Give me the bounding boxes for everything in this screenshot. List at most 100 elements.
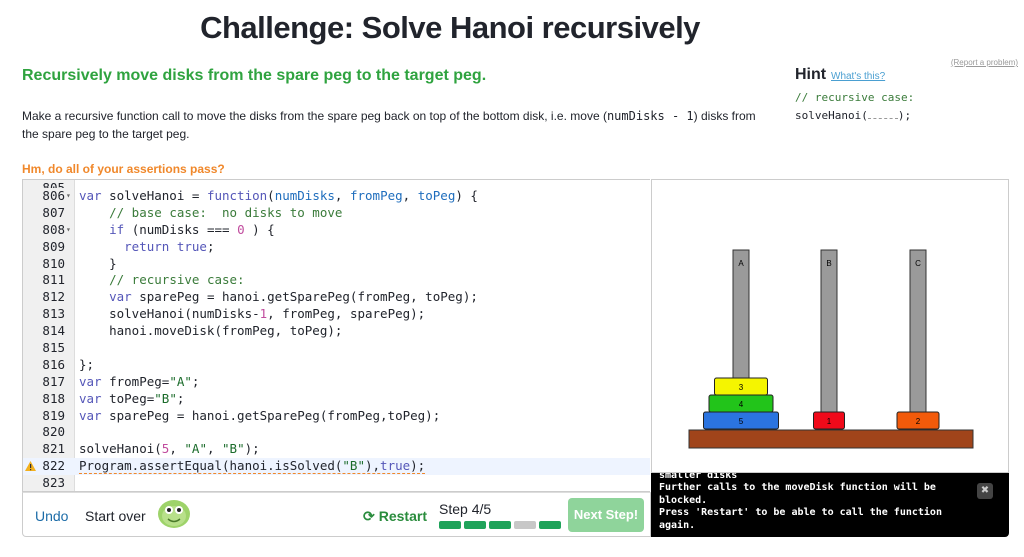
whats-this-link[interactable]: What's this? [831, 71, 885, 82]
code-line[interactable]: 816}; [23, 357, 650, 374]
peg-label: A [738, 259, 744, 268]
disk-label: 5 [739, 417, 744, 426]
avatar [158, 500, 190, 528]
restart-icon: ⟳ [363, 508, 375, 524]
code-line[interactable]: 818 var toPeg="B"; [23, 391, 650, 408]
code-editor[interactable]: 805 806 ▾ var solveHanoi = function(numDisk… [22, 179, 650, 492]
fold-icon[interactable]: ▾ [66, 188, 71, 205]
disk-label: 1 [827, 417, 832, 426]
close-icon[interactable]: ✖ [977, 483, 993, 499]
line-number: 820 [42, 424, 65, 440]
progress-segment [489, 521, 511, 529]
code-line[interactable]: 807 // base case: no disks to move [23, 205, 650, 222]
hint-blank [867, 109, 898, 119]
progress-segment [464, 521, 486, 529]
code-line[interactable]: 823 [23, 475, 650, 491]
code-lines[interactable]: 805 806 ▾ var solveHanoi = function(numDisk… [23, 180, 650, 491]
bottom-toolbar: Undo Start over ⟳ Restart Step 4/5 Next S… [22, 492, 651, 537]
hanoi-canvas: A B C 5 4 3 1 2 [651, 179, 1009, 473]
code-line[interactable]: 812 var sparePeg = hanoi.getSparePeg(fro… [23, 289, 650, 306]
instructions-code: numDisks - 1 [606, 109, 694, 123]
undo-button[interactable]: Undo [35, 508, 68, 524]
hint-call-post: ); [897, 109, 912, 122]
line-number: 817 [42, 373, 65, 389]
code-text[interactable]: hanoi.moveDisk(fromPeg, toPeg); [79, 323, 342, 340]
line-number: 816 [42, 356, 65, 372]
hint-code: // recursive case: solveHanoi(); [795, 89, 914, 125]
line-number: 823 [42, 475, 65, 491]
line-number: 815 [42, 340, 65, 356]
code-text[interactable]: var fromPeg="A"; [79, 374, 199, 391]
hanoi-drawing: A B C 5 4 3 1 2 [688, 249, 974, 449]
code-line[interactable]: 822 Program.assertEqual(hanoi.isSolved("B… [23, 458, 650, 476]
report-problem-link[interactable]: (Report a problem) [951, 58, 1018, 67]
code-line[interactable]: 811 // recursive case: [23, 272, 650, 289]
assertion-warning: Hm, do all of your assertions pass? [22, 162, 225, 176]
peg-b [820, 249, 838, 431]
code-text[interactable]: return true; [79, 239, 214, 256]
code-text[interactable]: // base case: no disks to move [79, 205, 342, 222]
line-number: 821 [42, 441, 65, 457]
code-text[interactable]: var sparePeg = hanoi.getSparePeg(fromPeg… [79, 289, 478, 306]
code-text[interactable]: solveHanoi(5, "A", "B"); [79, 441, 260, 458]
line-number: 805 [42, 180, 65, 188]
line-number: 811 [42, 272, 65, 288]
hint-call-pre: solveHanoi( [795, 109, 868, 122]
disk-label: 2 [916, 417, 921, 426]
code-line[interactable]: 819 var sparePeg = hanoi.getSparePeg(from… [23, 408, 650, 425]
progress-segment [514, 521, 536, 529]
console-panel: smaller disks Further calls to the moveDi… [651, 473, 1009, 537]
code-text[interactable]: } [79, 256, 117, 273]
line-number: 819 [42, 407, 65, 423]
code-text[interactable]: var sparePeg = hanoi.getSparePeg(fromPeg… [79, 408, 440, 425]
instructions-text: Make a recursive function call to move t… [22, 107, 772, 143]
disk-label: 4 [739, 400, 744, 409]
code-text[interactable]: if (numDisks === 0 ) { [79, 222, 275, 239]
disk-label: 3 [739, 383, 744, 392]
code-text[interactable]: Program.assertEqual(hanoi.isSolved("B"),… [79, 458, 426, 475]
line-number: 806 [42, 188, 65, 203]
code-text[interactable]: solveHanoi(numDisks-1, fromPeg, sparePeg… [79, 306, 425, 323]
line-number: 808 [42, 221, 65, 237]
code-line[interactable]: 817 var fromPeg="A"; [23, 374, 650, 391]
peg-label: C [915, 259, 921, 268]
hint-comment: // recursive case: [795, 91, 915, 104]
hanoi-base [688, 429, 974, 449]
code-line[interactable]: 810 } [23, 256, 650, 273]
instructions-part1: Make a recursive function call to move t… [22, 109, 607, 123]
code-text[interactable]: var toPeg="B"; [79, 391, 184, 408]
fold-icon[interactable]: ▾ [66, 222, 71, 239]
restart-button[interactable]: ⟳ Restart [363, 508, 427, 525]
line-number: 809 [42, 238, 65, 254]
line-number: 818 [42, 390, 65, 406]
step-indicator: Step 4/5 [439, 501, 492, 517]
line-number: 807 [42, 204, 65, 220]
line-number: 814 [42, 323, 65, 339]
code-line[interactable]: 820 [23, 424, 650, 441]
challenge-subtitle: Recursively move disks from the spare pe… [22, 67, 487, 84]
peg-label: B [826, 259, 831, 268]
code-line[interactable]: 814 hanoi.moveDisk(fromPeg, toPeg); [23, 323, 650, 340]
start-over-button[interactable]: Start over [85, 508, 146, 524]
line-number: 812 [42, 289, 65, 305]
line-number: 810 [42, 255, 65, 271]
code-line[interactable]: 805 [23, 180, 650, 188]
code-text[interactable]: }; [79, 357, 94, 374]
hint-title: Hint [795, 66, 827, 83]
code-text[interactable]: // recursive case: [79, 272, 244, 289]
warning-icon [25, 461, 36, 472]
page-title: Challenge: Solve Hanoi recursively [200, 10, 700, 45]
code-line[interactable]: 809 return true; [23, 239, 650, 256]
code-line[interactable]: 806 ▾ var solveHanoi = function(numDisks, … [23, 188, 650, 205]
code-line[interactable]: 815 [23, 340, 650, 357]
next-step-button[interactable]: Next Step! [568, 498, 644, 532]
code-line[interactable]: 808 ▾ if (numDisks === 0 ) { [23, 222, 650, 239]
console-message: smaller disks Further calls to the moveDi… [659, 473, 942, 531]
progress-segment [539, 521, 561, 529]
code-line[interactable]: 813 solveHanoi(numDisks-1, fromPeg, spar… [23, 306, 650, 323]
code-line[interactable]: 821 solveHanoi(5, "A", "B"); [23, 441, 650, 458]
restart-label: Restart [378, 508, 427, 524]
step-progress [439, 521, 561, 529]
peg-c [909, 249, 927, 431]
code-text[interactable]: var solveHanoi = function(numDisks, from… [79, 188, 478, 205]
